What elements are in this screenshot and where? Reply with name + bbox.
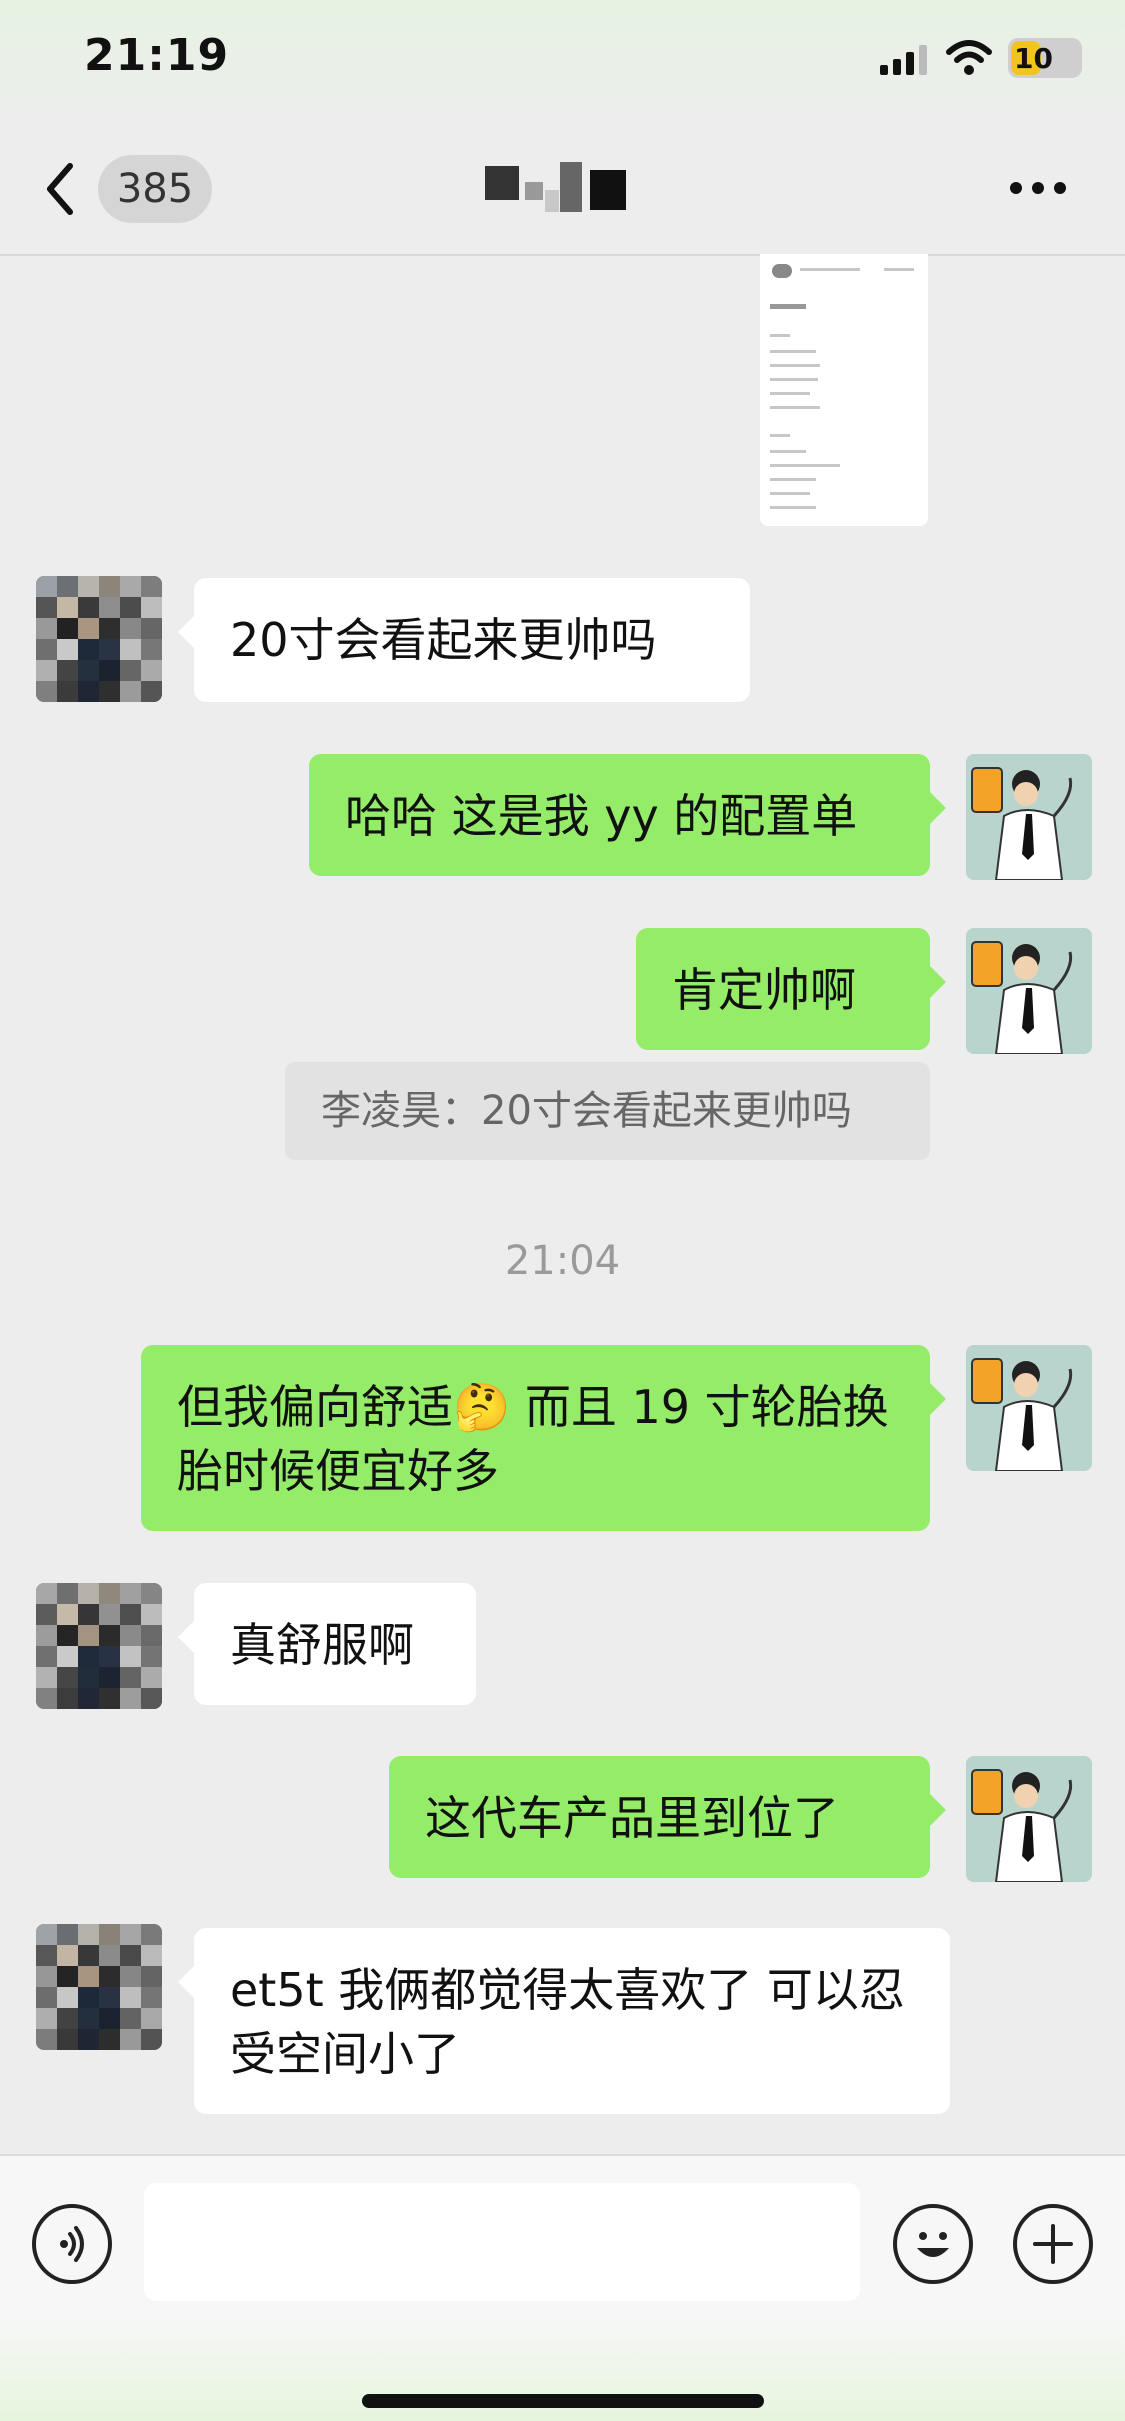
- battery-icon: 10: [1008, 38, 1082, 78]
- my-avatar[interactable]: [966, 754, 1092, 880]
- unread-count-badge[interactable]: 385: [98, 155, 212, 223]
- message-text: 这代车产品里到位了: [425, 1791, 839, 1845]
- quoted-text: 李凌昊：20寸会看起来更帅吗: [321, 1088, 852, 1134]
- message-text: 肯定帅啊: [672, 963, 856, 1017]
- chat-title-redacted: [485, 160, 635, 220]
- my-avatar[interactable]: [966, 928, 1092, 1054]
- my-avatar[interactable]: [966, 1345, 1092, 1471]
- message-text: 真舒服啊: [230, 1618, 414, 1672]
- message-bubble-received[interactable]: 20寸会看起来更帅吗: [178, 578, 750, 702]
- message-text: et5t 我俩都觉得太喜欢了 可以忍受空间小了: [230, 1963, 905, 2081]
- emoji-icon[interactable]: [893, 2204, 973, 2284]
- contact-avatar[interactable]: [36, 576, 162, 702]
- battery-level: 10: [1014, 42, 1053, 75]
- message-text: 哈哈 这是我 yy 的配置单: [345, 789, 858, 843]
- chat-header: 385: [0, 120, 1125, 256]
- thinking-emoji: 🤔: [453, 1380, 511, 1434]
- message-bubble-sent[interactable]: 哈哈 这是我 yy 的配置单: [309, 754, 946, 876]
- message-bubble-sent[interactable]: 这代车产品里到位了: [389, 1756, 946, 1878]
- more-icon[interactable]: [1010, 180, 1070, 196]
- signal-icon: [880, 45, 927, 75]
- input-bar: [0, 2154, 1125, 2421]
- message-bubble-received[interactable]: 真舒服啊: [178, 1583, 476, 1705]
- message-bubble-received[interactable]: et5t 我俩都觉得太喜欢了 可以忍受空间小了: [178, 1928, 950, 2114]
- voice-icon[interactable]: [32, 2204, 112, 2284]
- status-time: 21:19: [84, 30, 230, 81]
- message-text: 20寸会看起来更帅吗: [230, 613, 657, 667]
- contact-avatar[interactable]: [36, 1583, 162, 1709]
- timestamp: 21:04: [504, 1238, 621, 1284]
- message-bubble-sent[interactable]: 但我偏向舒适🤔 而且 19 寸轮胎换胎时候便宜好多: [141, 1345, 946, 1531]
- back-chevron-icon[interactable]: [40, 160, 82, 218]
- my-avatar[interactable]: [966, 1756, 1092, 1882]
- message-text-part1: 但我偏向舒适: [177, 1380, 453, 1434]
- quoted-message[interactable]: 李凌昊：20寸会看起来更帅吗: [285, 1062, 930, 1160]
- plus-icon[interactable]: [1013, 2204, 1093, 2284]
- home-indicator: [362, 2394, 764, 2408]
- wifi-icon: [946, 40, 992, 75]
- contact-avatar[interactable]: [36, 1924, 162, 2050]
- status-bar: 21:19 10: [0, 0, 1125, 120]
- shared-config-image[interactable]: [760, 254, 928, 526]
- message-bubble-sent[interactable]: 肯定帅啊: [636, 928, 946, 1050]
- message-input[interactable]: [144, 2183, 860, 2301]
